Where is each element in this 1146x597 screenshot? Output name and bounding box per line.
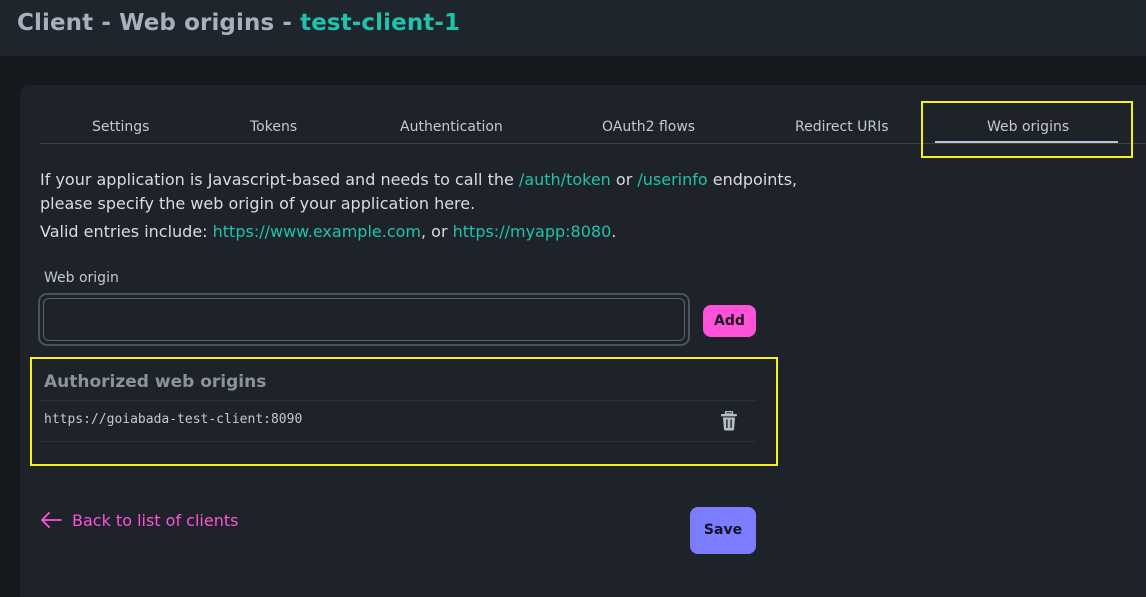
web-origin-field-outer <box>38 293 690 346</box>
description-line-2: please specify the web origin of your ap… <box>40 194 476 213</box>
arrow-left-icon <box>41 512 62 528</box>
description-text: Valid entries include: <box>40 222 213 241</box>
back-to-clients-link[interactable]: Back to list of clients <box>40 509 238 531</box>
page-title: Client - Web origins - test-client-1 <box>17 10 460 36</box>
description-text: If your application is Javascript-based … <box>40 170 519 189</box>
tab-authentication[interactable]: Authentication <box>400 119 503 135</box>
description-text: , or <box>421 222 453 241</box>
tab-settings[interactable]: Settings <box>92 119 149 135</box>
description-text: or <box>610 170 638 189</box>
description-text: . <box>611 222 617 241</box>
tab-oauth2-flows[interactable]: OAuth2 flows <box>602 119 695 135</box>
tab-redirect-uris[interactable]: Redirect URIs <box>795 119 889 135</box>
page-title-prefix: Client - Web origins - <box>17 10 301 36</box>
authorized-origins-title: Authorized web origins <box>44 372 267 392</box>
myapp-link: https://myapp:8080 <box>452 222 612 241</box>
highlight-box-tab <box>921 101 1133 158</box>
web-origin-label: Web origin <box>44 270 119 286</box>
add-button[interactable]: Add <box>703 305 756 337</box>
auth-token-link: /auth/token <box>518 170 611 189</box>
userinfo-link: /userinfo <box>637 170 708 189</box>
client-name: test-client-1 <box>300 10 461 36</box>
example-com-link: https://www.example.com <box>212 222 421 241</box>
back-link-label: Back to list of clients <box>72 510 239 530</box>
web-origin-input[interactable] <box>44 299 684 340</box>
origin-row-divider <box>40 400 756 401</box>
trash-icon[interactable] <box>720 411 738 431</box>
save-button[interactable]: Save <box>690 507 756 554</box>
description-text: endpoints, <box>707 170 798 189</box>
description-line-3: Valid entries include: https://www.examp… <box>40 220 616 244</box>
tab-tokens[interactable]: Tokens <box>250 119 297 135</box>
description-line-1: If your application is Javascript-based … <box>40 168 797 192</box>
web-origin-field-inner <box>43 298 685 341</box>
origin-row-divider <box>40 441 756 442</box>
origin-url: https://goiabada-test-client:8090 <box>44 412 303 427</box>
